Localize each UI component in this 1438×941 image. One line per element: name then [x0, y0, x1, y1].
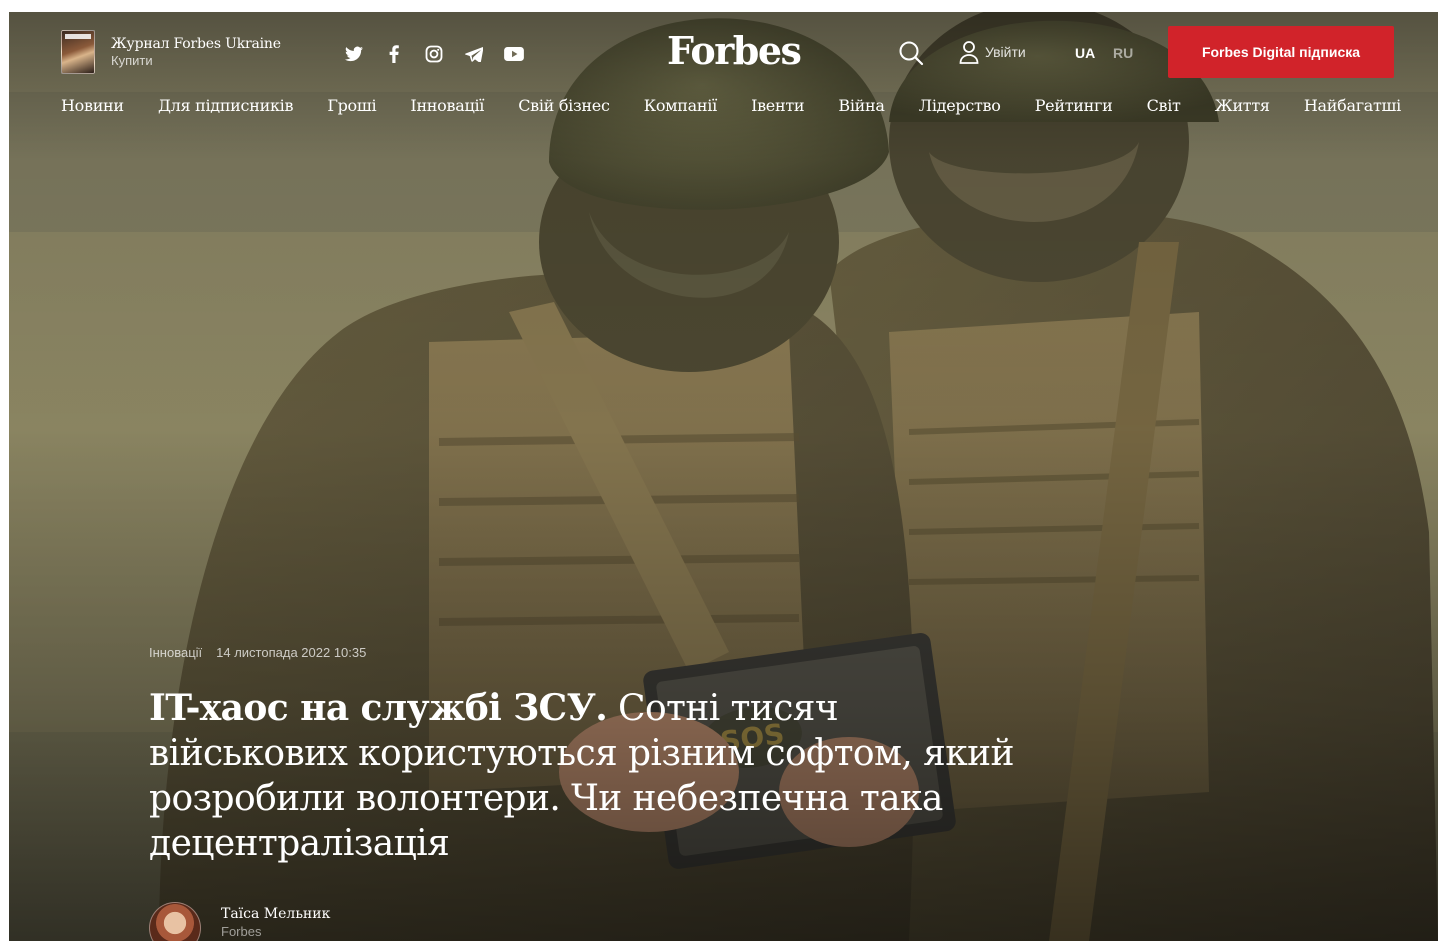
nav-item-events[interactable]: Івенти — [751, 96, 804, 115]
youtube-icon[interactable] — [504, 44, 524, 64]
nav-item-own-business[interactable]: Свій бізнес — [518, 96, 610, 115]
nav-item-ratings[interactable]: Рейтинги — [1035, 96, 1113, 115]
lang-ru-link[interactable]: RU — [1113, 45, 1133, 61]
user-icon — [959, 41, 979, 64]
main-nav: Новини Для підписників Гроші Інновації С… — [61, 96, 1401, 115]
article-headline: IT-хаос на службі ЗСУ. Сотні тисяч війсь… — [149, 686, 1029, 866]
nav-item-money[interactable]: Гроші — [327, 96, 376, 115]
nav-item-richest[interactable]: Найбагатші — [1304, 96, 1401, 115]
nav-item-innovations[interactable]: Інновації — [410, 96, 484, 115]
magazine-promo-text: Журнал Forbes Ukraine Купити — [111, 36, 281, 68]
article-category[interactable]: Інновації — [149, 645, 202, 660]
page: SOS Журнал Forbes Ukraine Купити — [0, 0, 1438, 941]
lang-ua-link[interactable]: UA — [1075, 45, 1095, 61]
magazine-cover-thumbnail[interactable] — [61, 30, 95, 74]
nav-item-subscribers[interactable]: Для підписників — [158, 96, 294, 115]
nav-item-life[interactable]: Життя — [1215, 96, 1270, 115]
nav-item-news[interactable]: Новини — [61, 96, 124, 115]
author-name[interactable]: Таїса Мельник — [221, 906, 330, 924]
author-organization: Forbes — [221, 923, 262, 939]
article-meta: Інновації 14 листопада 2022 10:35 — [149, 645, 366, 660]
magazine-buy-link[interactable]: Купити — [111, 53, 281, 69]
author-info: Таїса Мельник Forbes — [221, 902, 330, 941]
article-date: 14 листопада 2022 10:35 — [216, 645, 367, 660]
forbes-logo[interactable]: Forbes — [667, 28, 802, 73]
nav-item-war[interactable]: Війна — [838, 96, 885, 115]
subscribe-button[interactable]: Forbes Digital підписка — [1168, 26, 1394, 78]
nav-item-world[interactable]: Світ — [1147, 96, 1181, 115]
nav-item-companies[interactable]: Компанії — [644, 96, 717, 115]
magazine-promo[interactable]: Журнал Forbes Ukraine Купити — [61, 30, 281, 74]
login-label: Увійти — [985, 44, 1026, 60]
nav-item-leadership[interactable]: Лідерство — [919, 96, 1001, 115]
headline-bold-part: IT-хаос на службі ЗСУ. — [149, 687, 608, 729]
instagram-icon[interactable] — [424, 44, 444, 64]
social-links — [344, 44, 524, 64]
facebook-icon[interactable] — [384, 44, 404, 64]
search-icon[interactable] — [898, 40, 924, 66]
author-avatar[interactable] — [149, 902, 201, 941]
site-header: Журнал Forbes Ukraine Купити Forbes Увій… — [9, 12, 1438, 92]
telegram-icon[interactable] — [464, 44, 484, 64]
login-button[interactable]: Увійти — [959, 40, 1026, 64]
magazine-title[interactable]: Журнал Forbes Ukraine — [111, 36, 281, 53]
twitter-icon[interactable] — [344, 44, 364, 64]
article-author[interactable]: Таїса Мельник Forbes — [149, 902, 330, 941]
